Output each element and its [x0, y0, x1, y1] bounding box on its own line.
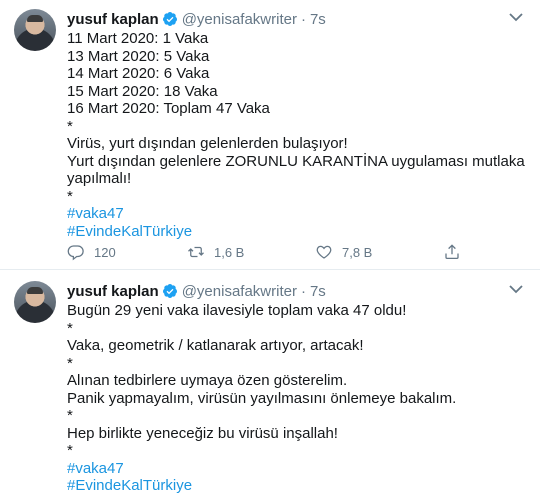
text-line: Vaka, geometrik / katlanarak artıyor, ar…	[67, 337, 364, 354]
text-line: *	[67, 407, 73, 424]
chevron-down-icon[interactable]	[506, 10, 526, 24]
avatar[interactable]	[14, 281, 56, 323]
author-handle[interactable]: @yenisafakwriter	[182, 283, 297, 300]
hashtag-link[interactable]: #EvindeKalTürkiye	[67, 477, 522, 495]
text-line: 15 Mart 2020: 18 Vaka	[67, 82, 218, 100]
reply-count: 120	[94, 244, 116, 260]
share-button[interactable]	[443, 243, 461, 261]
text-line: *	[67, 442, 73, 459]
tweet-actions: 120 1,6 B 7,8 B	[67, 242, 507, 262]
separator-dot: ·	[300, 10, 306, 28]
tweet[interactable]: yusuf kaplan @yenisafakwriter · 7s Bugün…	[0, 270, 540, 494]
tweet-text: Bugün 29 yeni vaka ilavesiyle toplam vak…	[67, 302, 522, 495]
text-line: Alınan tedbirlere uymaya özen gösterelim…	[67, 372, 348, 389]
author-handle[interactable]: @yenisafakwriter	[182, 11, 297, 28]
share-icon	[445, 244, 459, 260]
tweet[interactable]: yusuf kaplan @yenisafakwriter · 7s 11 Ma…	[0, 0, 540, 270]
text-line: Panik yapmayalım, virüsün yayılmasını ön…	[67, 389, 457, 407]
reply-icon	[67, 245, 84, 261]
verified-badge-icon	[162, 12, 177, 26]
text-line: Hep birlikte yeneceğiz bu virüsü inşalla…	[67, 424, 338, 442]
hashtag-link[interactable]: #vaka47	[67, 460, 522, 478]
text-line: Yurt dışından gelenlere ZORUNLU KARANTİN…	[67, 152, 525, 170]
retweet-count: 1,6 B	[214, 244, 245, 260]
text-line: *	[67, 117, 73, 135]
hashtag-link[interactable]: #vaka47	[67, 205, 522, 223]
verified-badge-icon	[162, 284, 177, 298]
text-line: 14 Mart 2020: 6 Vaka	[67, 65, 210, 82]
tweet-header: yusuf kaplan @yenisafakwriter · 7s	[67, 281, 326, 301]
tweet-header: yusuf kaplan @yenisafakwriter · 7s	[67, 9, 326, 29]
text-line: 16 Mart 2020: Toplam 47 Vaka	[67, 100, 270, 117]
retweet-button[interactable]: 1,6 B	[187, 243, 315, 261]
text-line: *	[67, 354, 73, 372]
text-line: yapılmalı!	[67, 170, 132, 187]
avatar[interactable]	[14, 9, 56, 51]
text-line: 13 Mart 2020: 5 Vaka	[67, 47, 210, 65]
reply-button[interactable]: 120	[67, 243, 187, 261]
author-name[interactable]: yusuf kaplan	[67, 11, 159, 28]
text-line: Bugün 29 yeni vaka ilavesiyle toplam vak…	[67, 302, 407, 319]
separator-dot: ·	[300, 282, 306, 300]
timestamp[interactable]: 7s	[310, 283, 326, 300]
like-count: 7,8 B	[342, 244, 373, 260]
text-line: 11 Mart 2020: 1 Vaka	[67, 30, 209, 47]
timestamp[interactable]: 7s	[310, 11, 326, 28]
text-line: *	[67, 319, 73, 337]
text-line: Virüs, yurt dışından gelenlerden bulaşıy…	[67, 135, 348, 152]
retweet-icon	[188, 246, 204, 258]
like-icon	[316, 245, 332, 259]
chevron-down-icon[interactable]	[506, 282, 526, 296]
like-button[interactable]: 7,8 B	[315, 243, 443, 261]
tweet-text: 11 Mart 2020: 1 Vaka 13 Mart 2020: 5 Vak…	[67, 30, 525, 241]
hashtag-link[interactable]: #EvindeKalTürkiye	[67, 223, 522, 241]
text-line: *	[67, 187, 73, 205]
author-name[interactable]: yusuf kaplan	[67, 283, 159, 300]
